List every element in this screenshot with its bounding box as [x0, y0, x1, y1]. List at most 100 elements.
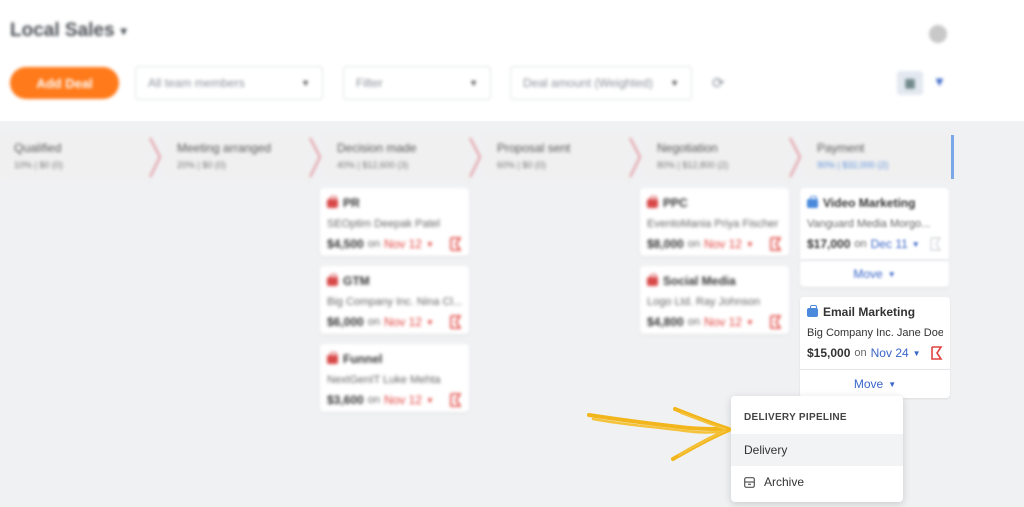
deal-card-ppc[interactable]: PPC EventoMania Priya Fischer $8,000 on No… [640, 188, 789, 256]
deal-date[interactable]: Nov 12 [384, 393, 422, 407]
deal-title: GTM [343, 274, 370, 288]
archive-icon [744, 476, 755, 488]
chevron-down-icon: ▼ [911, 239, 920, 249]
menu-item-label: Archive [764, 475, 805, 489]
deal-title-row: Video Marketing [807, 195, 942, 210]
deal-contact: EventoMania Priya Fischer [647, 218, 779, 230]
filter-select[interactable]: Filter ▼ [343, 66, 491, 100]
deal-contact: Big Company Inc. Nina Cl... [327, 296, 462, 308]
deal-date[interactable]: Nov 12 [384, 315, 422, 329]
deal-amount-row: $8,000 on Nov 12 ▼ [647, 237, 782, 251]
deal-person[interactable]: Jane Doe [897, 327, 943, 339]
stage-name: Meeting arranged [177, 141, 272, 155]
deal-amount: $8,000 [647, 237, 684, 251]
flag-icon[interactable] [449, 393, 462, 407]
deal-date[interactable]: Nov 12 [704, 237, 742, 251]
chevron-down-icon: ▼ [425, 317, 434, 327]
stage-meta: 20% | $0 (0) [177, 160, 226, 170]
flag-icon[interactable] [449, 237, 462, 251]
deal-title: PR [343, 196, 360, 210]
stage-chevron-icon [149, 137, 161, 178]
stage-meta: 40% | $12,600 (3) [337, 160, 409, 170]
deal-title-row: GTM [327, 273, 462, 288]
payment-stage-indicator [951, 135, 954, 179]
deal-company[interactable]: Big Company Inc. [807, 327, 894, 339]
deal-contact: NextGenIT Luke Mehta [327, 374, 441, 386]
stage-meta: 60% | $0 (0) [497, 160, 546, 170]
briefcase-icon [807, 304, 818, 317]
deal-amount: $15,000 [807, 346, 851, 360]
deal-date[interactable]: Dec 11 [871, 237, 908, 251]
deal-amount: $6,000 [327, 315, 364, 329]
menu-item-label: Delivery [744, 443, 788, 457]
deal-title: PPC [663, 196, 688, 210]
deal-card-pr[interactable]: PR SEOptim Deepak Patel $4,500 on Nov 12 ▼ [320, 188, 469, 256]
board-view-icon[interactable]: ▦ [897, 71, 923, 95]
deal-card-video-marketing[interactable]: Video Marketing Vanguard Media Morgo... … [800, 188, 949, 260]
move-dropdown-menu: DELIVERY PIPELINE Delivery Archive [731, 396, 903, 502]
user-avatar[interactable] [929, 25, 947, 43]
chevron-down-icon: ▼ [469, 78, 478, 88]
flag-icon[interactable] [930, 346, 943, 360]
on-label: on [367, 238, 380, 250]
move-button[interactable]: Move ▼ [800, 260, 949, 287]
stage-payment: Payment 90% | $32,000 (2) [803, 135, 951, 180]
deal-amount-row: $6,000 on Nov 12 ▼ [327, 315, 462, 329]
deal-date[interactable]: Nov 24 [871, 346, 909, 360]
deal-card-gtm[interactable]: GTM Big Company Inc. Nina Cl... $6,000 on… [320, 266, 469, 334]
stage-chevron-icon [789, 137, 801, 178]
deal-title-row: PPC [647, 195, 782, 210]
menu-item-archive[interactable]: Archive [731, 466, 903, 498]
stage-name: Proposal sent [497, 141, 571, 155]
deal-amount: $17,000 [807, 237, 851, 251]
briefcase-icon [327, 351, 338, 364]
deal-date[interactable]: Nov 12 [704, 315, 742, 329]
deal-title: Video Marketing [823, 196, 916, 210]
deal-title-row: Social Media [647, 273, 782, 288]
deal-title: Social Media [663, 274, 736, 288]
flag-icon[interactable] [769, 315, 782, 329]
chevron-down-icon: ▼ [745, 239, 754, 249]
chevron-down-icon: ▾ [120, 24, 127, 38]
deal-card-email-marketing[interactable]: Email Marketing Big Company Inc. Jane Do… [800, 297, 950, 369]
refresh-icon[interactable]: ⟳ [712, 74, 725, 92]
deal-amount-row: $3,600 on Nov 12 ▼ [327, 393, 462, 407]
briefcase-icon [327, 273, 338, 286]
menu-item-delivery[interactable]: Delivery [731, 434, 903, 466]
briefcase-icon [647, 195, 658, 208]
stage-negotiation: Negotiation 80% | $12,800 (2) [643, 135, 789, 180]
toolbar: Add Deal All team members ▼ Filter ▼ Dea… [0, 66, 1024, 102]
pipeline-title[interactable]: Local Sales ▾ [10, 20, 127, 42]
move-label: Move [853, 267, 883, 281]
stage-meta: 10% | $0 (0) [14, 160, 63, 170]
deal-card-social-media[interactable]: Social Media Logo Ltd. Ray Johnson $4,80… [640, 266, 789, 334]
chevron-down-icon: ▼ [888, 379, 897, 389]
chevron-down-icon: ▼ [745, 317, 754, 327]
move-label: Move [853, 377, 884, 391]
annotation-arrow [587, 407, 731, 461]
chevron-down-icon: ▼ [887, 269, 896, 279]
flag-icon[interactable] [769, 237, 782, 251]
stage-chevron-icon [629, 137, 641, 178]
stage-name: Qualified [14, 141, 62, 155]
deal-card-funnel[interactable]: Funnel NextGenIT Luke Mehta $3,600 on Nov … [320, 344, 469, 412]
stage-meeting-arranged: Meeting arranged 20% | $0 (0) [163, 135, 309, 180]
on-label: on [367, 316, 380, 328]
on-label: on [367, 394, 380, 406]
team-member-select[interactable]: All team members ▼ [135, 66, 323, 100]
move-button[interactable]: Move ▼ [800, 369, 950, 398]
stage-name: Negotiation [657, 141, 718, 155]
flag-icon[interactable] [929, 237, 942, 251]
funnel-icon[interactable]: ▼ [933, 74, 946, 89]
deal-contact: Logo Ltd. Ray Johnson [647, 296, 761, 308]
stage-name: Payment [817, 141, 865, 155]
pipeline-name: Local Sales [10, 20, 115, 41]
deal-amount-select[interactable]: Deal amount (Weighted) ▼ [510, 66, 692, 100]
stage-chevron-icon [309, 137, 321, 178]
deal-title-row: Email Marketing [807, 304, 943, 319]
stage-name: Decision made [337, 141, 417, 155]
stage-meta: 80% | $12,800 (2) [657, 160, 729, 170]
flag-icon[interactable] [449, 315, 462, 329]
deal-date[interactable]: Nov 12 [384, 237, 422, 251]
add-deal-button[interactable]: Add Deal [10, 67, 119, 99]
